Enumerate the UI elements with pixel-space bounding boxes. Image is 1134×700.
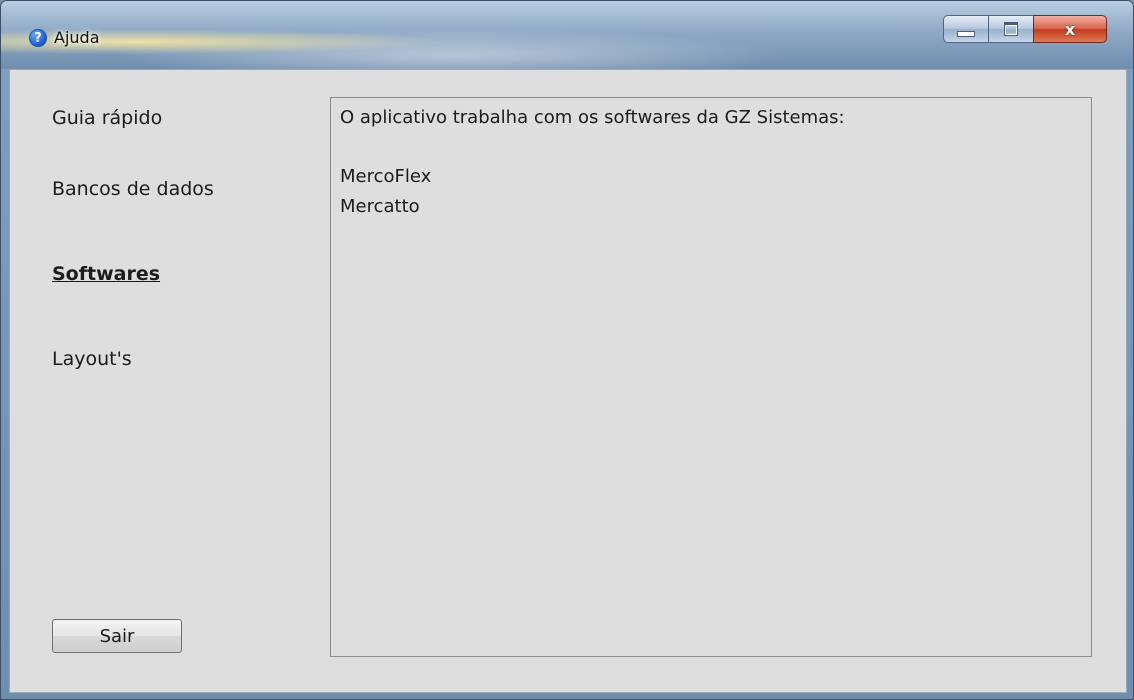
nav-item-bancos-de-dados[interactable]: Bancos de dados: [52, 178, 214, 200]
close-icon: x: [1064, 19, 1076, 39]
minimize-icon: [957, 31, 975, 37]
nav-item-softwares[interactable]: Softwares: [52, 263, 160, 285]
maximize-button[interactable]: [988, 15, 1033, 43]
help-window: ? Ajuda x Guia rápido Bancos de dados So…: [0, 0, 1134, 700]
nav-item-guia-rapido[interactable]: Guia rápido: [52, 107, 162, 129]
exit-button[interactable]: Sair: [52, 619, 182, 653]
content-panel: O aplicativo trabalha com os softwares d…: [330, 97, 1092, 657]
nav-item-layouts[interactable]: Layout's: [52, 348, 132, 370]
help-icon: ?: [29, 29, 47, 47]
maximize-icon: [1004, 22, 1018, 36]
software-item-mercatto: Mercatto: [340, 196, 420, 217]
title-bar[interactable]: ? Ajuda x: [1, 1, 1133, 69]
content-intro-text: O aplicativo trabalha com os softwares d…: [340, 107, 845, 128]
client-area: Guia rápido Bancos de dados Softwares La…: [9, 69, 1127, 693]
window-title: Ajuda: [54, 28, 100, 47]
close-button[interactable]: x: [1033, 15, 1107, 43]
minimize-button[interactable]: [943, 15, 988, 43]
software-item-mercoflex: MercoFlex: [340, 166, 432, 187]
caption-buttons: x: [943, 15, 1107, 43]
